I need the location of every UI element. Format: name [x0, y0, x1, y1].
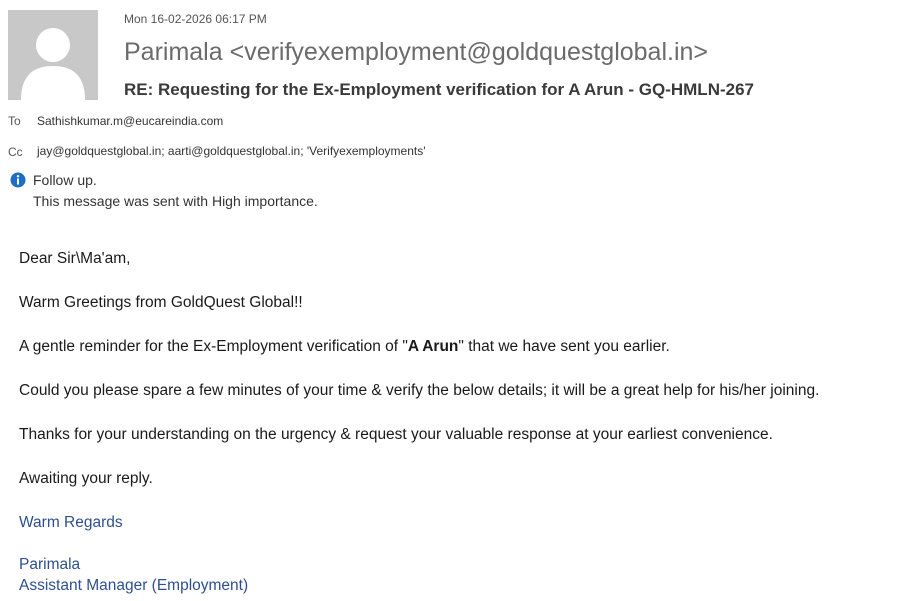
follow-up-flag[interactable]: Follow up. — [33, 172, 97, 188]
body-line-request: Could you please spare a few minutes of … — [19, 382, 820, 399]
to-label: To — [8, 114, 21, 128]
body-line-awaiting: Awaiting your reply. — [19, 470, 153, 487]
message-subject: RE: Requesting for the Ex-Employment ver… — [124, 80, 754, 99]
body-line-reminder: A gentle reminder for the Ex-Employment … — [19, 338, 670, 356]
signature-title: Assistant Manager (Employment) — [19, 577, 249, 594]
sender-avatar[interactable] — [8, 10, 98, 100]
body-line-greetings: Warm Greetings from GoldQuest Global!! — [19, 294, 303, 311]
candidate-name: A Arun — [407, 338, 459, 355]
importance-notice: This message was sent with High importan… — [33, 193, 318, 209]
signature-name: Parimala — [19, 556, 81, 573]
info-icon — [10, 172, 26, 188]
body-line-thanks: Thanks for your understanding on the urg… — [19, 426, 773, 443]
greeting: Dear Sir\Ma'am, — [19, 250, 131, 267]
signature-regards: Warm Regards — [19, 514, 123, 531]
person-avatar-icon — [8, 10, 98, 100]
reminder-suffix: " that we have sent you earlier. — [458, 338, 670, 355]
sender-name[interactable]: Parimala <verifyexemployment@goldquestgl… — [124, 38, 708, 67]
cc-recipients[interactable]: jay@goldquestglobal.in; aarti@goldquestg… — [37, 144, 426, 158]
reminder-prefix: A gentle reminder for the Ex-Employment … — [19, 338, 408, 355]
message-date: Mon 16-02-2026 06:17 PM — [124, 12, 267, 26]
to-recipients[interactable]: Sathishkumar.m@eucareindia.com — [37, 114, 223, 128]
message-header: Mon 16-02-2026 06:17 PM Parimala <verify… — [0, 0, 911, 226]
cc-label: Cc — [8, 145, 23, 159]
